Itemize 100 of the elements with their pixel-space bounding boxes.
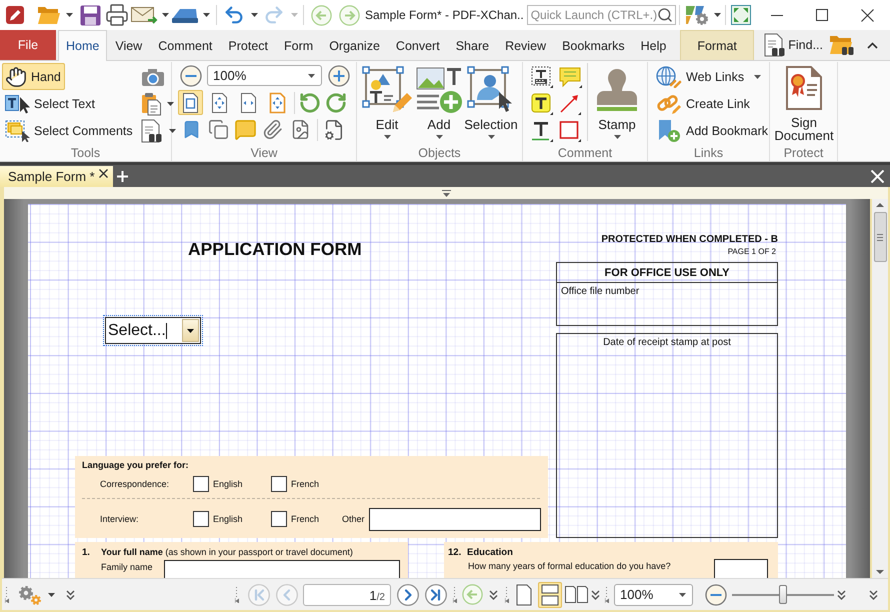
stamp-button[interactable]: Stamp [589, 63, 645, 143]
answer-box[interactable] [714, 559, 768, 578]
search-icon[interactable] [656, 7, 673, 23]
highlighted-t-icon[interactable] [531, 92, 553, 114]
ribbon-tab[interactable]: Bookmarks [554, 30, 633, 60]
two-pages-icon [564, 586, 588, 603]
caret-icon[interactable] [66, 13, 73, 17]
checkbox[interactable] [193, 511, 209, 527]
close-icon[interactable] [861, 8, 874, 22]
chevron-up-icon[interactable] [867, 42, 878, 48]
caret-icon [384, 135, 390, 139]
typewriter-icon[interactable] [531, 66, 553, 88]
ribbon-tab[interactable]: Share [448, 30, 498, 60]
checkbox[interactable] [193, 476, 209, 492]
caret-icon[interactable] [162, 13, 169, 17]
underlined-t-icon[interactable] [531, 120, 553, 142]
ribbon-tab[interactable]: View [107, 30, 150, 60]
toolbar-grip-icon[interactable] [453, 586, 457, 602]
dropdown-field[interactable]: Select... [105, 317, 201, 344]
arrow-icon[interactable] [559, 92, 581, 114]
zoom-combobox[interactable]: 100% [207, 65, 322, 86]
checkbox[interactable] [271, 511, 287, 527]
document-image-icon[interactable] [290, 119, 311, 140]
selection-button[interactable]: Selection [465, 63, 517, 143]
document-binoculars-icon[interactable] [140, 118, 163, 142]
next-page-icon[interactable] [397, 584, 419, 606]
zoom-out-icon[interactable] [180, 64, 202, 86]
clipboard-icon[interactable] [140, 92, 161, 116]
quick-launch-field[interactable]: Quick Launch (CTRL+.) [526, 5, 676, 25]
chevrons-down-icon[interactable] [591, 590, 600, 600]
scanner-icon[interactable] [171, 6, 199, 24]
collapse-arrow-icon[interactable] [442, 190, 450, 196]
create-link-button[interactable]: Create Link [653, 90, 753, 117]
document-gear-icon[interactable] [323, 118, 345, 140]
box-label: Date of receipt stamp at post [603, 337, 731, 348]
tiles-gear-icon[interactable] [684, 4, 710, 26]
select-comments-button[interactable]: Select Comments [2, 117, 137, 144]
hand-button[interactable]: Hand [2, 63, 65, 90]
ribbon-tab[interactable]: Comment [150, 30, 220, 60]
rotate-left-icon[interactable] [299, 92, 321, 114]
chevrons-down-icon[interactable] [869, 590, 878, 600]
chevrons-down-icon[interactable] [66, 590, 75, 600]
toolbar-grip-icon[interactable] [505, 586, 509, 602]
page-view-button[interactable] [178, 90, 203, 115]
edit-button[interactable]: Edit [361, 63, 413, 143]
caret-icon[interactable] [48, 592, 55, 596]
toolbar-grip-icon[interactable] [235, 586, 239, 602]
toolbar-grip-icon[interactable] [605, 586, 609, 602]
ribbon-tab[interactable]: Organize [321, 30, 388, 60]
maximize-icon[interactable] [816, 9, 828, 21]
ribbon-tab[interactable]: Help [632, 30, 674, 60]
ribbon-tab[interactable]: Format [680, 30, 754, 60]
plus-icon[interactable] [117, 170, 128, 182]
page-layout-button[interactable] [538, 582, 562, 608]
pages-icon[interactable] [208, 119, 229, 140]
vertical-scrollbar[interactable] [872, 199, 888, 578]
ribbon-tab[interactable]: Home [58, 30, 108, 61]
rectangle-icon[interactable] [559, 120, 581, 142]
zoom-combobox[interactable]: 100% [614, 584, 693, 606]
find-button[interactable]: Find... [762, 32, 825, 58]
page-number-field[interactable]: 1/2 [303, 584, 391, 606]
scrollbar-thumb[interactable] [874, 212, 886, 262]
checkbox[interactable] [271, 476, 287, 492]
caret-icon[interactable] [166, 102, 174, 106]
folder-binoculars-icon[interactable] [829, 34, 855, 56]
caret-icon[interactable] [251, 13, 258, 17]
chevrons-down-icon[interactable] [837, 590, 846, 600]
caret-icon[interactable] [168, 128, 176, 132]
document-tab[interactable]: Sample Form * [0, 166, 113, 187]
toolbar-grip-icon[interactable] [5, 586, 9, 602]
close-icon[interactable] [99, 169, 108, 178]
zoom-out-icon[interactable] [705, 584, 727, 606]
caret-icon[interactable] [714, 13, 721, 17]
select-text-button[interactable]: Select Text [2, 90, 99, 117]
add-bookmark-button[interactable]: Add Bookmark [653, 117, 771, 144]
web-links-button[interactable]: Web Links [653, 63, 764, 90]
zoom-in-icon[interactable] [328, 64, 350, 86]
add-button[interactable]: Add [413, 63, 465, 143]
text-field[interactable] [164, 560, 400, 578]
printer-icon[interactable] [105, 3, 129, 27]
paperclip-icon[interactable] [262, 119, 283, 140]
ribbon-tab[interactable]: Protect [220, 30, 276, 60]
ribbon-tab[interactable]: Convert [388, 30, 448, 60]
folder-icon[interactable] [37, 5, 61, 25]
camera-icon[interactable] [140, 66, 165, 86]
slider-thumb[interactable] [779, 585, 787, 604]
caret-icon[interactable] [203, 13, 210, 17]
rotate-right-icon[interactable] [325, 92, 347, 114]
file-menu-tab[interactable]: File [0, 30, 56, 60]
ribbon-tab[interactable]: Review [497, 30, 554, 60]
text-field[interactable] [369, 508, 541, 530]
dropdown-button[interactable] [182, 319, 199, 342]
undo-icon[interactable] [223, 4, 245, 26]
chevrons-down-icon[interactable] [489, 590, 498, 600]
sign-document-button[interactable]: Sign Document [771, 63, 837, 143]
expand-corners-icon[interactable] [730, 5, 751, 25]
envelope-icon[interactable] [131, 5, 158, 25]
save-icon[interactable] [80, 4, 101, 26]
last-page-icon[interactable] [425, 584, 447, 606]
ribbon-tab[interactable]: Form [276, 30, 322, 60]
